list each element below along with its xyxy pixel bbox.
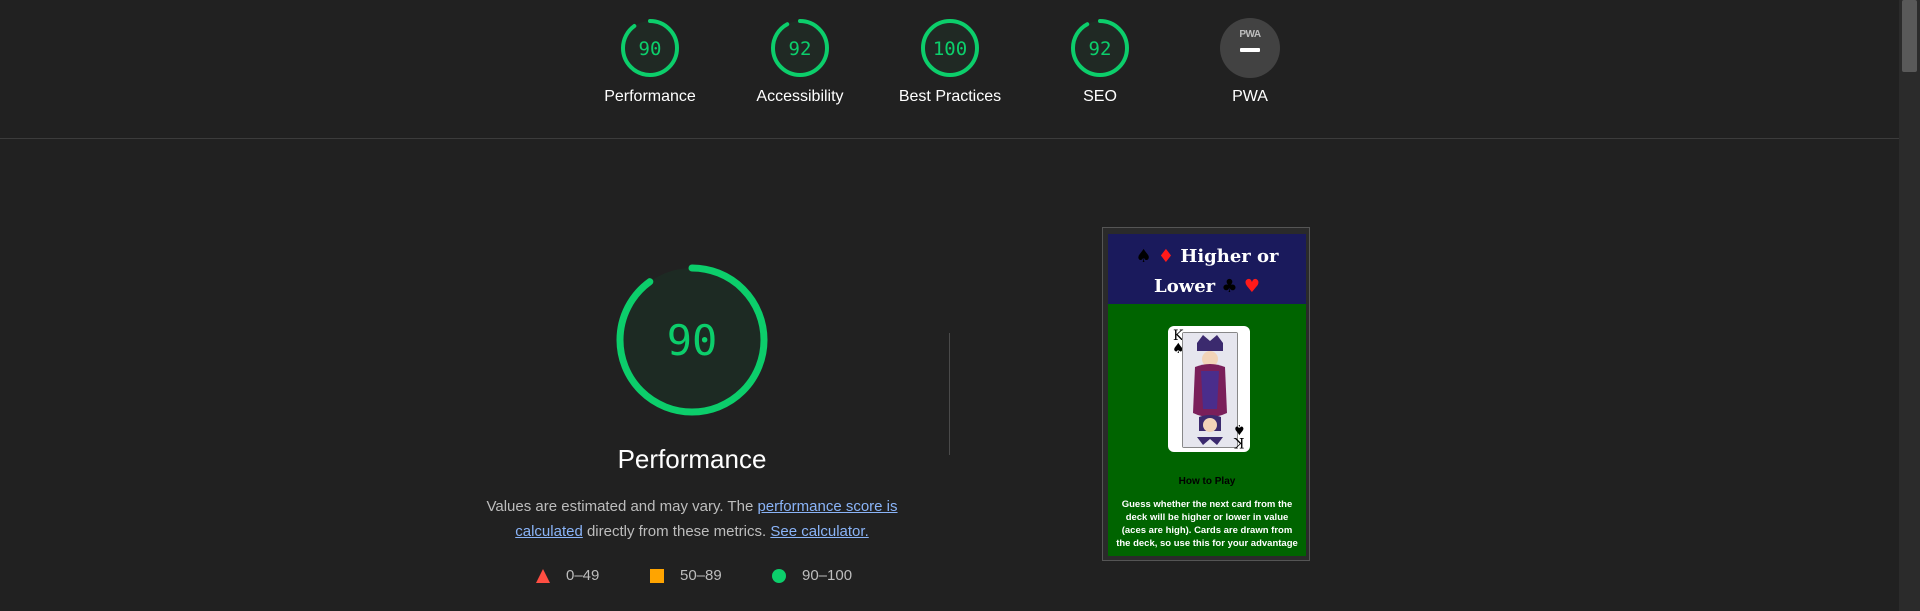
divider bbox=[949, 333, 950, 455]
pass-circle-icon bbox=[772, 569, 786, 583]
main-score: 90 bbox=[667, 316, 718, 365]
club-icon: ♣ bbox=[1221, 276, 1238, 297]
average-square-icon bbox=[650, 569, 664, 583]
rules-text: Guess whether the next card from the dec… bbox=[1116, 499, 1298, 549]
gauge-label: SEO bbox=[1083, 88, 1117, 105]
gauge-label: Accessibility bbox=[756, 88, 844, 105]
gauge-performance[interactable]: 90 Performance bbox=[585, 18, 715, 106]
legend-label: 90–100 bbox=[802, 567, 853, 584]
title-line-1: Higher or bbox=[1180, 246, 1279, 267]
pwa-badge-text: PWA bbox=[1239, 29, 1261, 40]
screenshot-header: ♠ ♦ Higher or Lower ♣ ♥ bbox=[1108, 234, 1306, 304]
gauge-best-practices[interactable]: 100 Best Practices bbox=[885, 18, 1015, 106]
gauge-label: PWA bbox=[1232, 88, 1268, 105]
gauge-score: 90 bbox=[639, 38, 662, 60]
gauge-pwa[interactable]: PWA PWA bbox=[1185, 18, 1315, 106]
main-gauge-ring: 90 bbox=[616, 264, 768, 416]
how-to-play-heading: How to Play bbox=[1178, 476, 1236, 487]
card-suit-icon: ♠ bbox=[1233, 421, 1246, 437]
gauge-label: Best Practices bbox=[898, 88, 1002, 105]
scores-header: 90 Performance 92 Accessibility 100 Best… bbox=[0, 0, 1899, 139]
vertical-scrollbar[interactable] bbox=[1899, 0, 1920, 611]
title-line-2: Lower bbox=[1154, 276, 1216, 297]
legend-label: 50–89 bbox=[680, 567, 722, 584]
gauge-score: 100 bbox=[933, 38, 967, 60]
gauge-seo[interactable]: 92 SEO bbox=[1035, 18, 1165, 106]
desc-text: Values are estimated and may vary. The bbox=[486, 498, 758, 515]
gauge-ring: 90 bbox=[621, 19, 679, 77]
spade-icon: ♠ bbox=[1135, 246, 1152, 267]
king-artwork bbox=[1182, 332, 1238, 448]
pwa-badge-icon: PWA bbox=[1220, 18, 1280, 78]
see-calculator-link[interactable]: See calculator. bbox=[770, 523, 868, 540]
diamond-icon: ♦ bbox=[1157, 246, 1175, 267]
score-description: Values are estimated and may vary. The p… bbox=[472, 494, 912, 544]
screenshot-content: ♠ ♦ Higher or Lower ♣ ♥ K ♠ K ♠ How to P… bbox=[1108, 234, 1306, 556]
gauge-score: 92 bbox=[789, 38, 812, 60]
main-title: Performance bbox=[617, 444, 767, 474]
main-performance-gauge: 90 bbox=[614, 262, 770, 418]
heart-icon: ♥ bbox=[1243, 276, 1260, 297]
fail-triangle-icon bbox=[536, 569, 550, 583]
screenshot-title: ♠ ♦ Higher or Lower ♣ ♥ bbox=[1108, 242, 1306, 302]
lighthouse-report: 90 Performance 92 Accessibility 100 Best… bbox=[0, 0, 1920, 611]
legend-label: 0–49 bbox=[566, 567, 600, 584]
pwa-dash-icon bbox=[1240, 48, 1260, 52]
scrollbar-thumb[interactable] bbox=[1902, 0, 1917, 72]
playing-card: K ♠ K ♠ bbox=[1168, 326, 1250, 452]
gauge-ring: 92 bbox=[1071, 19, 1129, 77]
gauge-ring: 92 bbox=[771, 19, 829, 77]
gauge-accessibility[interactable]: 92 Accessibility bbox=[735, 18, 865, 106]
card-corner-bottom: K ♠ bbox=[1233, 421, 1246, 450]
desc-text: directly from these metrics. bbox=[582, 523, 771, 540]
gauge-label: Performance bbox=[604, 88, 696, 105]
page-screenshot-thumbnail[interactable]: ♠ ♦ Higher or Lower ♣ ♥ K ♠ K ♠ How to P… bbox=[1102, 227, 1310, 561]
gauge-score: 92 bbox=[1089, 38, 1112, 60]
gauge-ring: 100 bbox=[921, 19, 979, 77]
